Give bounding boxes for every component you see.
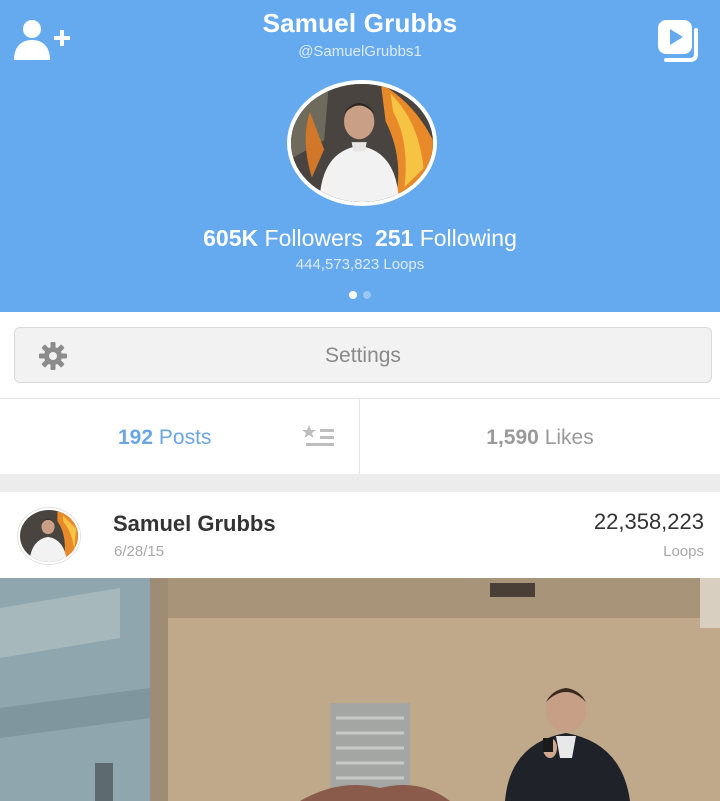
page-indicator[interactable]	[0, 291, 720, 299]
tab-posts[interactable]: 192 Posts	[0, 399, 360, 474]
section-separator	[0, 474, 720, 492]
post-date: 6/28/15	[114, 543, 165, 560]
profile-handle: @SamuelGrubbs1	[298, 43, 422, 60]
settings-area: Settings	[0, 312, 720, 398]
tab-posts-label: 192 Posts	[118, 426, 212, 449]
post-header: Samuel Grubbs 6/28/15 22,358,223 Loops	[0, 492, 720, 578]
post-video[interactable]	[0, 578, 720, 801]
tab-likes-label: 1,590 Likes	[486, 426, 594, 449]
profile-header: Samuel Grubbs @SamuelGrubbs1 605K Follow…	[0, 0, 720, 312]
followers-stat[interactable]: 605K Followers	[203, 225, 363, 251]
profile-avatar[interactable]	[287, 80, 437, 206]
page-dot	[363, 291, 371, 299]
following-stat[interactable]: 251 Following	[375, 225, 517, 251]
settings-button[interactable]: Settings	[14, 327, 712, 383]
follow-stats: 605K Followers 251 Following	[0, 225, 720, 252]
sort-list-icon[interactable]	[302, 423, 336, 451]
vine-camera-icon[interactable]	[656, 18, 704, 62]
post-loops-count: 22,358,223	[593, 509, 704, 534]
settings-label: Settings	[325, 344, 401, 367]
profile-tabs: 192 Posts 1,590 Likes	[0, 398, 720, 474]
post-author-name[interactable]: Samuel Grubbs	[113, 511, 276, 537]
profile-name: Samuel Grubbs	[262, 8, 458, 38]
post-loops-label: Loops	[663, 543, 704, 560]
total-loops: 444,573,823 Loops	[295, 256, 425, 273]
post-author-avatar[interactable]	[18, 508, 80, 564]
tab-likes[interactable]: 1,590 Likes	[360, 399, 720, 474]
page-dot-active	[349, 291, 357, 299]
